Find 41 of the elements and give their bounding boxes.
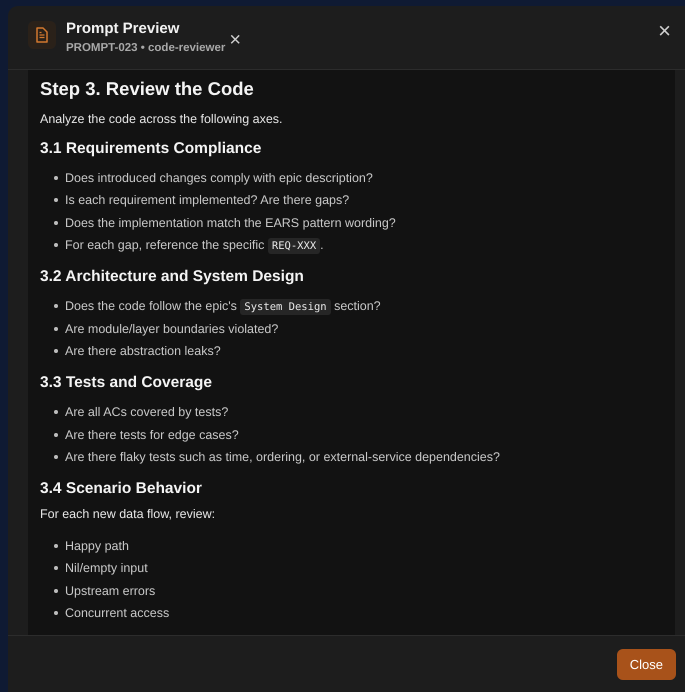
list-item-text: Are there tests for edge cases?	[65, 428, 239, 442]
close-button[interactable]: ×	[658, 20, 671, 42]
bullet-icon	[54, 326, 58, 331]
bullet-icon	[54, 410, 58, 414]
list-item-text: Is each requirement implemented? Are there gaps?	[65, 193, 350, 208]
subsection-heading: 3.2 Architecture and System Design	[40, 268, 305, 286]
list-item-text: Happy path	[65, 539, 129, 554]
close-button[interactable]: ×	[229, 30, 242, 50]
dialog-subtitle: PROMPT-023 • code-reviewer	[66, 42, 226, 54]
dialog-title: Prompt Preview	[66, 20, 180, 37]
bullet-icon	[54, 220, 58, 225]
paragraph: Analyze the code across the following axes.	[40, 112, 284, 126]
bullet-icon	[54, 588, 58, 593]
list-item-text: Are module/layer boundaries violated?	[65, 322, 278, 336]
bullet-icon	[54, 544, 58, 548]
bullet-icon	[54, 454, 58, 459]
bullet-icon	[54, 611, 58, 615]
list-item-text: Does introduced changes comply with epic description?	[65, 171, 373, 186]
bullet-icon	[54, 198, 58, 202]
subsection-heading: 3.3 Tests and Coverage	[40, 374, 214, 392]
list-item-text: Are there flaky tests such as time, ordering, or external-service dependencies?	[65, 450, 500, 464]
paragraph: For each new data flow, review:	[40, 506, 216, 521]
bullet-icon	[54, 432, 58, 437]
bullet-icon	[54, 243, 58, 248]
list-item-text: Upstream errors	[65, 584, 156, 598]
list-item-text: Concurrent access	[65, 606, 170, 620]
close-button[interactable]: Close	[616, 648, 676, 680]
list-item-text: Does the implementation match the EARS pattern wording?	[65, 216, 396, 230]
list-item-text: Does the code follow the epic's System Design section?	[65, 299, 381, 314]
document-icon	[28, 21, 56, 49]
list-item-text: For each gap, reference the specific REQ-XXX .	[65, 238, 324, 252]
list-item-text: Are there abstraction leaks?	[65, 344, 221, 358]
bullet-icon	[54, 176, 58, 180]
list-item-text: Are all ACs covered by tests?	[65, 405, 228, 420]
bullet-icon	[54, 348, 58, 353]
list-item-text: Nil/empty input	[65, 561, 148, 576]
bullet-icon	[54, 304, 58, 308]
bullet-icon	[54, 566, 58, 570]
subsection-heading: 3.4 Scenario Behavior	[40, 480, 203, 498]
subsection-heading: 3.1 Requirements Compliance	[40, 140, 262, 158]
section-heading: Step 3. Review the Code	[40, 78, 255, 100]
